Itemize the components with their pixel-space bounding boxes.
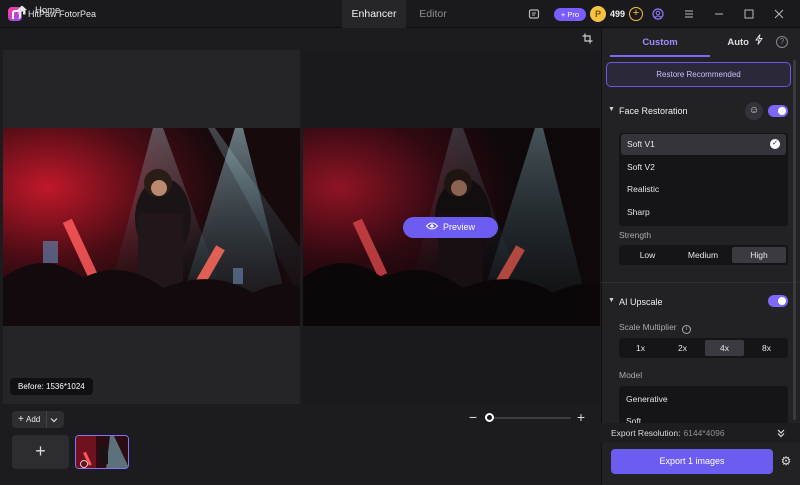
plus-icon: +	[18, 414, 24, 425]
tab-auto-label: Auto	[727, 37, 749, 49]
chevron-down-icon[interactable]	[50, 411, 58, 428]
image-thumbnail[interactable]	[75, 435, 129, 469]
face-restoration-title: Face Restoration	[619, 106, 688, 116]
info-icon[interactable]: i	[682, 325, 692, 334]
collapse-triangle-icon[interactable]: ▼	[608, 297, 615, 304]
close-icon[interactable]	[773, 8, 785, 20]
preview-label: Preview	[442, 222, 475, 232]
tab-enhancer[interactable]: Enhancer	[342, 0, 406, 28]
export-button[interactable]: Export 1 images	[611, 449, 773, 474]
scale-selector: 1x 2x 4x 8x	[619, 338, 788, 358]
add-coins-button[interactable]: +	[629, 7, 643, 21]
feedback-icon[interactable]	[528, 8, 540, 20]
gear-icon[interactable]: ⚙	[780, 455, 792, 467]
add-button[interactable]: + Add	[12, 411, 64, 428]
model-label: Model	[619, 370, 643, 380]
section-divider	[601, 282, 800, 283]
help-icon[interactable]: ?	[776, 36, 788, 48]
before-size-label: Before: 1536*1024	[10, 378, 93, 395]
scale-multiplier-label: Scale Multiplier i	[619, 322, 692, 334]
divider	[46, 411, 47, 428]
option-label: Soft V1	[627, 139, 655, 149]
account-icon[interactable]	[652, 8, 664, 20]
tab-custom[interactable]: Custom	[610, 29, 710, 56]
export-resolution-label: Export Resolution:	[611, 428, 681, 438]
export-resolution: Export Resolution: 6144*4096	[611, 428, 725, 438]
crop-icon[interactable]	[582, 33, 593, 44]
add-image-tile[interactable]: +	[12, 435, 69, 469]
check-icon: ✓	[770, 139, 780, 149]
ai-upscale-toggle[interactable]	[768, 295, 788, 307]
home-link[interactable]: Home	[35, 5, 60, 16]
strength-low[interactable]: Low	[621, 247, 674, 263]
scale-1x[interactable]: 1x	[621, 340, 660, 356]
eye-icon	[425, 217, 439, 238]
coin-icon: P	[590, 6, 606, 22]
maximize-icon[interactable]	[743, 8, 755, 20]
scale-8x[interactable]: 8x	[747, 340, 786, 356]
home-bar	[0, 28, 600, 49]
export-resolution-value: 6144*4096	[683, 428, 725, 438]
strength-label: Strength	[619, 230, 652, 240]
face-option-soft-v2[interactable]: Soft V2	[621, 157, 786, 178]
collapse-triangle-icon[interactable]: ▼	[608, 106, 615, 113]
add-label: Add	[26, 415, 41, 424]
face-option-soft-v1[interactable]: Soft V1 ✓	[621, 134, 786, 155]
strength-medium[interactable]: Medium	[676, 247, 730, 263]
face-icon[interactable]: ☺	[745, 102, 763, 120]
minimize-icon[interactable]	[713, 8, 725, 20]
face-restoration-toggle[interactable]	[768, 105, 788, 117]
zoom-slider-handle[interactable]	[485, 413, 494, 422]
lightning-icon	[754, 29, 763, 56]
face-option-sharp[interactable]: Sharp	[621, 202, 786, 223]
model-option-generative[interactable]: Generative	[626, 394, 668, 404]
scale-2x[interactable]: 2x	[663, 340, 702, 356]
zoom-in-button[interactable]: +	[575, 410, 587, 424]
tab-indicator	[610, 55, 710, 57]
tab-auto[interactable]: Auto	[710, 29, 780, 56]
strength-high[interactable]: High	[732, 247, 786, 263]
before-image	[3, 128, 300, 326]
strength-selector: Low Medium High	[619, 245, 788, 265]
pro-button[interactable]: + Pro	[554, 8, 586, 21]
panel-scrollbar[interactable]	[793, 60, 796, 420]
home-icon[interactable]	[16, 4, 28, 16]
upscale-model-list: Generative Soft	[619, 386, 788, 426]
scale-4x[interactable]: 4x	[705, 340, 744, 356]
preview-button[interactable]: Preview	[403, 217, 498, 238]
restore-recommended-button[interactable]: Restore Recommended	[606, 62, 791, 87]
ai-upscale-title: AI Upscale	[619, 297, 663, 307]
scale-label-text: Scale Multiplier	[619, 322, 677, 332]
face-option-realistic[interactable]: Realistic	[621, 179, 786, 200]
zoom-slider[interactable]	[485, 417, 571, 419]
coin-count: 499	[610, 9, 626, 19]
menu-icon[interactable]	[683, 8, 695, 20]
zoom-out-button[interactable]: −	[467, 410, 479, 424]
double-chevron-down-icon[interactable]	[776, 428, 786, 438]
tab-editor[interactable]: Editor	[408, 0, 458, 28]
